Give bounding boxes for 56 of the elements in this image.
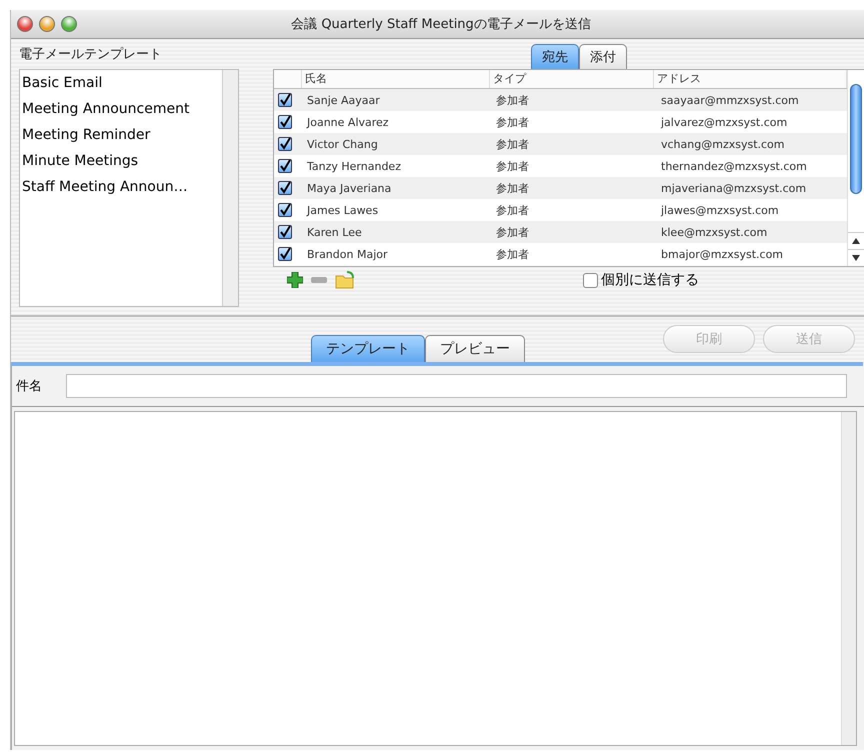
table-cell-text: vchang@mzxsyst.com bbox=[660, 138, 786, 150]
table-cell-text: 参加者 bbox=[495, 202, 530, 218]
subject-field[interactable] bbox=[66, 374, 847, 398]
table-cell-text: jlawes@mzxsyst.com bbox=[660, 204, 780, 216]
checkbox[interactable] bbox=[278, 115, 292, 129]
table-cell-text: bmajor@mzxsyst.com bbox=[660, 248, 784, 260]
column-header: アドレス bbox=[654, 70, 847, 88]
checkbox[interactable] bbox=[278, 225, 292, 239]
table-cell-text: Tanzy Hernandez bbox=[306, 160, 402, 172]
template-item[interactable]: Meeting Reminder bbox=[20, 122, 150, 148]
table-cell-text: klee@mzxsyst.com bbox=[660, 226, 768, 238]
template-item[interactable]: Minute Meetings bbox=[20, 148, 138, 174]
checkbox[interactable] bbox=[278, 181, 292, 195]
template-item[interactable]: Staff Meeting Announ… bbox=[20, 174, 188, 200]
tab[interactable]: 宛先 bbox=[531, 44, 579, 69]
tab[interactable]: テンプレート bbox=[311, 335, 425, 362]
table-cell-text: saayaar@mmzxsyst.com bbox=[660, 94, 800, 106]
checkbox-label: 個別に送信する bbox=[601, 271, 699, 289]
table-cell-text: Maya Javeriana bbox=[306, 182, 392, 194]
folder-icon[interactable] bbox=[335, 271, 355, 289]
checkbox[interactable] bbox=[278, 203, 292, 217]
zoom-button[interactable] bbox=[61, 16, 77, 32]
table-cell-text: 参加者 bbox=[495, 246, 530, 262]
table-cell-text: thernandez@mzxsyst.com bbox=[660, 160, 808, 172]
table-cell-text: 参加者 bbox=[495, 114, 530, 130]
checkbox[interactable] bbox=[583, 272, 598, 288]
table-cell-text: 参加者 bbox=[495, 92, 530, 108]
table-cell-text: James Lawes bbox=[306, 204, 380, 216]
template-item[interactable]: Meeting Announcement bbox=[20, 96, 190, 122]
tab[interactable]: 添付 bbox=[579, 44, 627, 69]
checkbox[interactable] bbox=[278, 93, 292, 107]
template-item[interactable]: Basic Email bbox=[20, 70, 102, 96]
table-cell-text: 参加者 bbox=[495, 136, 530, 152]
table-cell-text: 参加者 bbox=[495, 224, 530, 240]
table-cell-text: Sanje Aayaar bbox=[306, 94, 381, 106]
checkbox[interactable] bbox=[278, 247, 292, 261]
scroll-thumb[interactable] bbox=[850, 84, 862, 194]
table-cell-text: mjaveriana@mzxsyst.com bbox=[660, 182, 808, 194]
window-title: 会議 Quarterly Staff Meetingの電子メールを送信 bbox=[290, 16, 592, 33]
table-cell-text: Karen Lee bbox=[306, 226, 363, 238]
table-cell-text: 参加者 bbox=[495, 180, 530, 196]
table-cell-text: jalvarez@mzxsyst.com bbox=[660, 116, 788, 128]
tab[interactable]: プレビュー bbox=[425, 335, 525, 362]
column-header: 氏名 bbox=[302, 70, 490, 88]
column-header: タイプ bbox=[490, 70, 654, 88]
checkbox[interactable] bbox=[278, 159, 292, 173]
table-cell-text: Joanne Alvarez bbox=[306, 116, 390, 128]
table-cell-text: 参加者 bbox=[495, 158, 530, 174]
table-cell-text: Victor Chang bbox=[306, 138, 379, 150]
close-button[interactable] bbox=[17, 16, 33, 32]
add-icon[interactable] bbox=[287, 272, 303, 288]
section-label: 電子メールテンプレート bbox=[19, 46, 163, 64]
minimize-button[interactable] bbox=[39, 16, 55, 32]
table-cell-text: Brandon Major bbox=[306, 248, 389, 260]
checkbox[interactable] bbox=[278, 137, 292, 151]
field-label: 件名 bbox=[16, 378, 42, 395]
